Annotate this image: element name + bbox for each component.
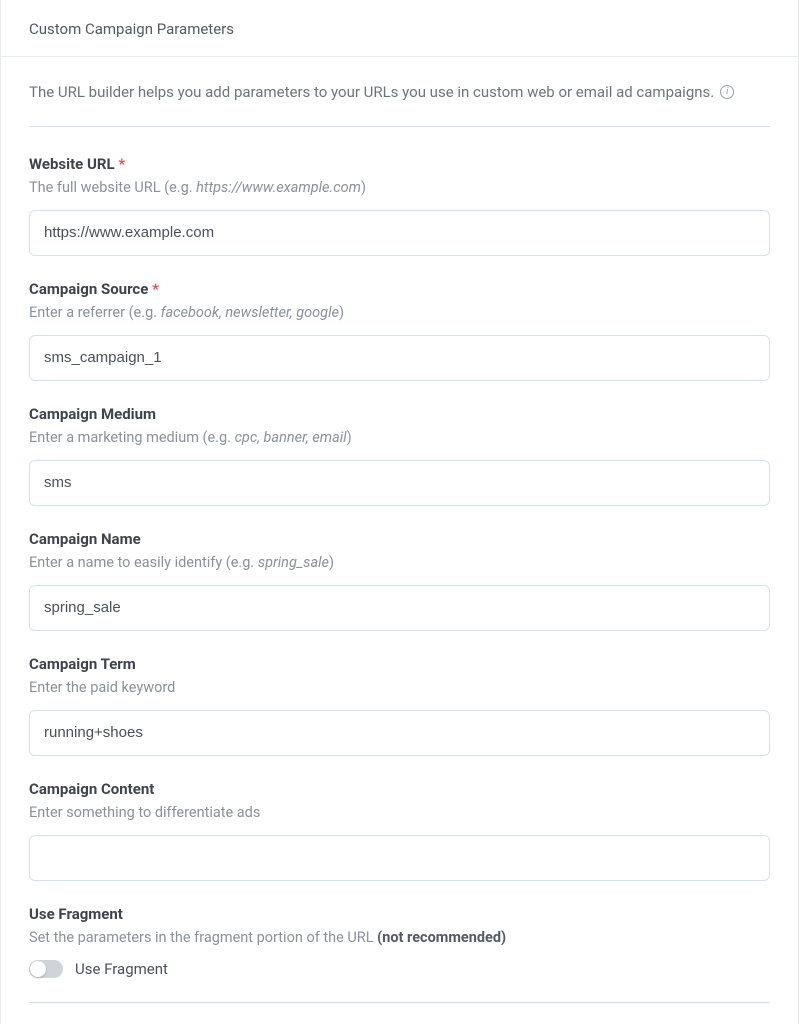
use-fragment-help: Set the parameters in the fragment porti… [29, 927, 770, 948]
website-url-label: Website URL * [29, 155, 770, 173]
toggle-knob [30, 961, 46, 977]
campaign-name-input[interactable] [29, 585, 770, 631]
divider [29, 126, 770, 127]
campaign-term-label: Campaign Term [29, 655, 770, 673]
panel-title: Custom Campaign Parameters [29, 20, 234, 38]
campaign-source-input[interactable] [29, 335, 770, 381]
field-campaign-medium: Campaign Medium Enter a marketing medium… [29, 405, 770, 506]
campaign-medium-label: Campaign Medium [29, 405, 770, 423]
field-website-url: Website URL * The full website URL (e.g.… [29, 155, 770, 256]
campaign-medium-help: Enter a marketing medium (e.g. cpc, bann… [29, 427, 770, 448]
use-fragment-toggle-label: Use Fragment [75, 960, 168, 978]
field-campaign-content: Campaign Content Enter something to diff… [29, 780, 770, 881]
campaign-name-help: Enter a name to easily identify (e.g. sp… [29, 552, 770, 573]
campaign-source-help: Enter a referrer (e.g. facebook, newslet… [29, 302, 770, 323]
campaign-content-input[interactable] [29, 835, 770, 881]
campaign-term-help: Enter the paid keyword [29, 677, 770, 698]
campaign-content-help: Enter something to differentiate ads [29, 802, 770, 823]
divider-bottom [29, 1002, 770, 1003]
field-use-fragment: Use Fragment Set the parameters in the f… [29, 905, 770, 978]
use-fragment-toggle[interactable] [29, 960, 63, 978]
campaign-parameters-panel: Custom Campaign Parameters The URL build… [0, 0, 799, 1024]
campaign-content-label: Campaign Content [29, 780, 770, 798]
field-campaign-name: Campaign Name Enter a name to easily ide… [29, 530, 770, 631]
intro-text: The URL builder helps you add parameters… [29, 81, 714, 104]
website-url-input[interactable] [29, 210, 770, 256]
required-mark: * [152, 280, 159, 298]
use-fragment-label: Use Fragment [29, 905, 770, 923]
info-icon[interactable]: i [720, 85, 734, 99]
website-url-help: The full website URL (e.g. https://www.e… [29, 177, 770, 198]
intro-row: The URL builder helps you add parameters… [29, 81, 770, 104]
campaign-name-label: Campaign Name [29, 530, 770, 548]
panel-body: The URL builder helps you add parameters… [1, 57, 798, 1023]
field-campaign-term: Campaign Term Enter the paid keyword [29, 655, 770, 756]
field-campaign-source: Campaign Source * Enter a referrer (e.g.… [29, 280, 770, 381]
panel-header: Custom Campaign Parameters [1, 0, 798, 57]
required-mark: * [118, 155, 125, 173]
campaign-term-input[interactable] [29, 710, 770, 756]
use-fragment-toggle-row: Use Fragment [29, 960, 770, 978]
campaign-medium-input[interactable] [29, 460, 770, 506]
campaign-source-label: Campaign Source * [29, 280, 770, 298]
